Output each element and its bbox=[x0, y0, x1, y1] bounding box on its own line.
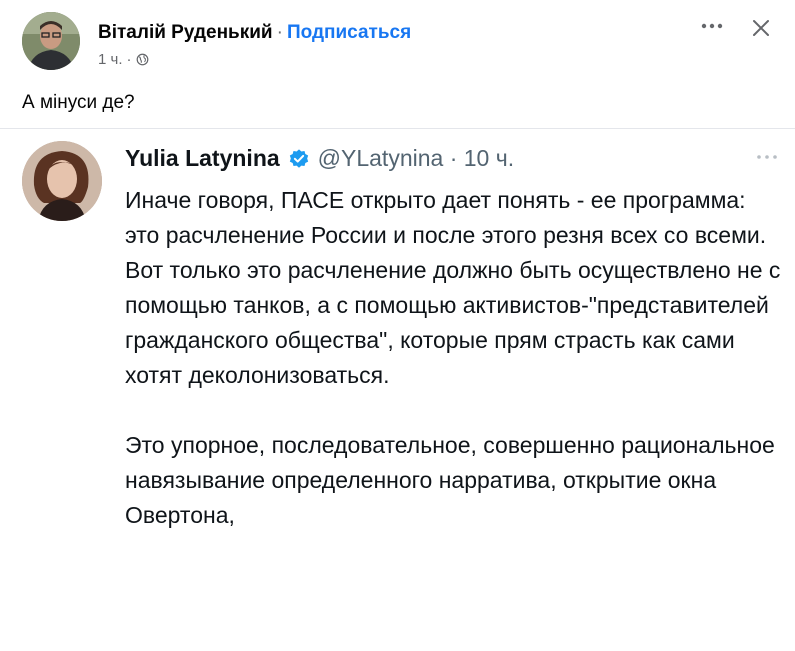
tweet-handle-time[interactable]: @YLatynina · 10 ч. bbox=[318, 145, 514, 172]
embedded-tweet[interactable]: Yulia Latynina @YLatynina · 10 ч. Иначе … bbox=[0, 128, 795, 651]
tweet-avatar-photo bbox=[22, 141, 102, 221]
post-header: Віталій Руденький · Подписаться 1 ч. · bbox=[0, 0, 795, 80]
avatar-photo bbox=[22, 12, 80, 70]
globe-icon bbox=[136, 53, 148, 66]
more-options-button[interactable] bbox=[696, 10, 728, 42]
close-button[interactable] bbox=[745, 12, 777, 44]
tweet-paragraph-2: Это упорное, последовательное, совершенн… bbox=[125, 432, 775, 528]
tweet-body: Иначе говоря, ПАСЕ открыто дает понять -… bbox=[125, 183, 785, 533]
post-meta: 1 ч. · bbox=[98, 51, 149, 68]
author-line: Віталій Руденький · Подписаться bbox=[98, 22, 411, 44]
tweet-paragraph-1: Иначе говоря, ПАСЕ открыто дает понять -… bbox=[125, 187, 781, 388]
post-time[interactable]: 1 ч. bbox=[98, 51, 123, 68]
tweet-author-avatar[interactable] bbox=[22, 141, 102, 221]
author-avatar[interactable] bbox=[22, 12, 80, 70]
meta-separator: · bbox=[126, 51, 132, 68]
tweet-more-icon bbox=[757, 155, 777, 159]
close-icon bbox=[753, 20, 769, 36]
author-separator: · bbox=[276, 22, 283, 43]
tweet-author-name[interactable]: Yulia Latynina bbox=[125, 145, 280, 172]
tweet-header: Yulia Latynina @YLatynina · 10 ч. bbox=[125, 145, 514, 172]
tweet-more-button[interactable] bbox=[752, 147, 782, 167]
post-text: А мінуси де? bbox=[22, 92, 135, 113]
subscribe-button[interactable]: Подписаться bbox=[287, 22, 411, 43]
verified-badge-icon bbox=[289, 148, 308, 168]
more-horizontal-icon bbox=[701, 23, 723, 29]
author-name[interactable]: Віталій Руденький bbox=[98, 22, 273, 43]
